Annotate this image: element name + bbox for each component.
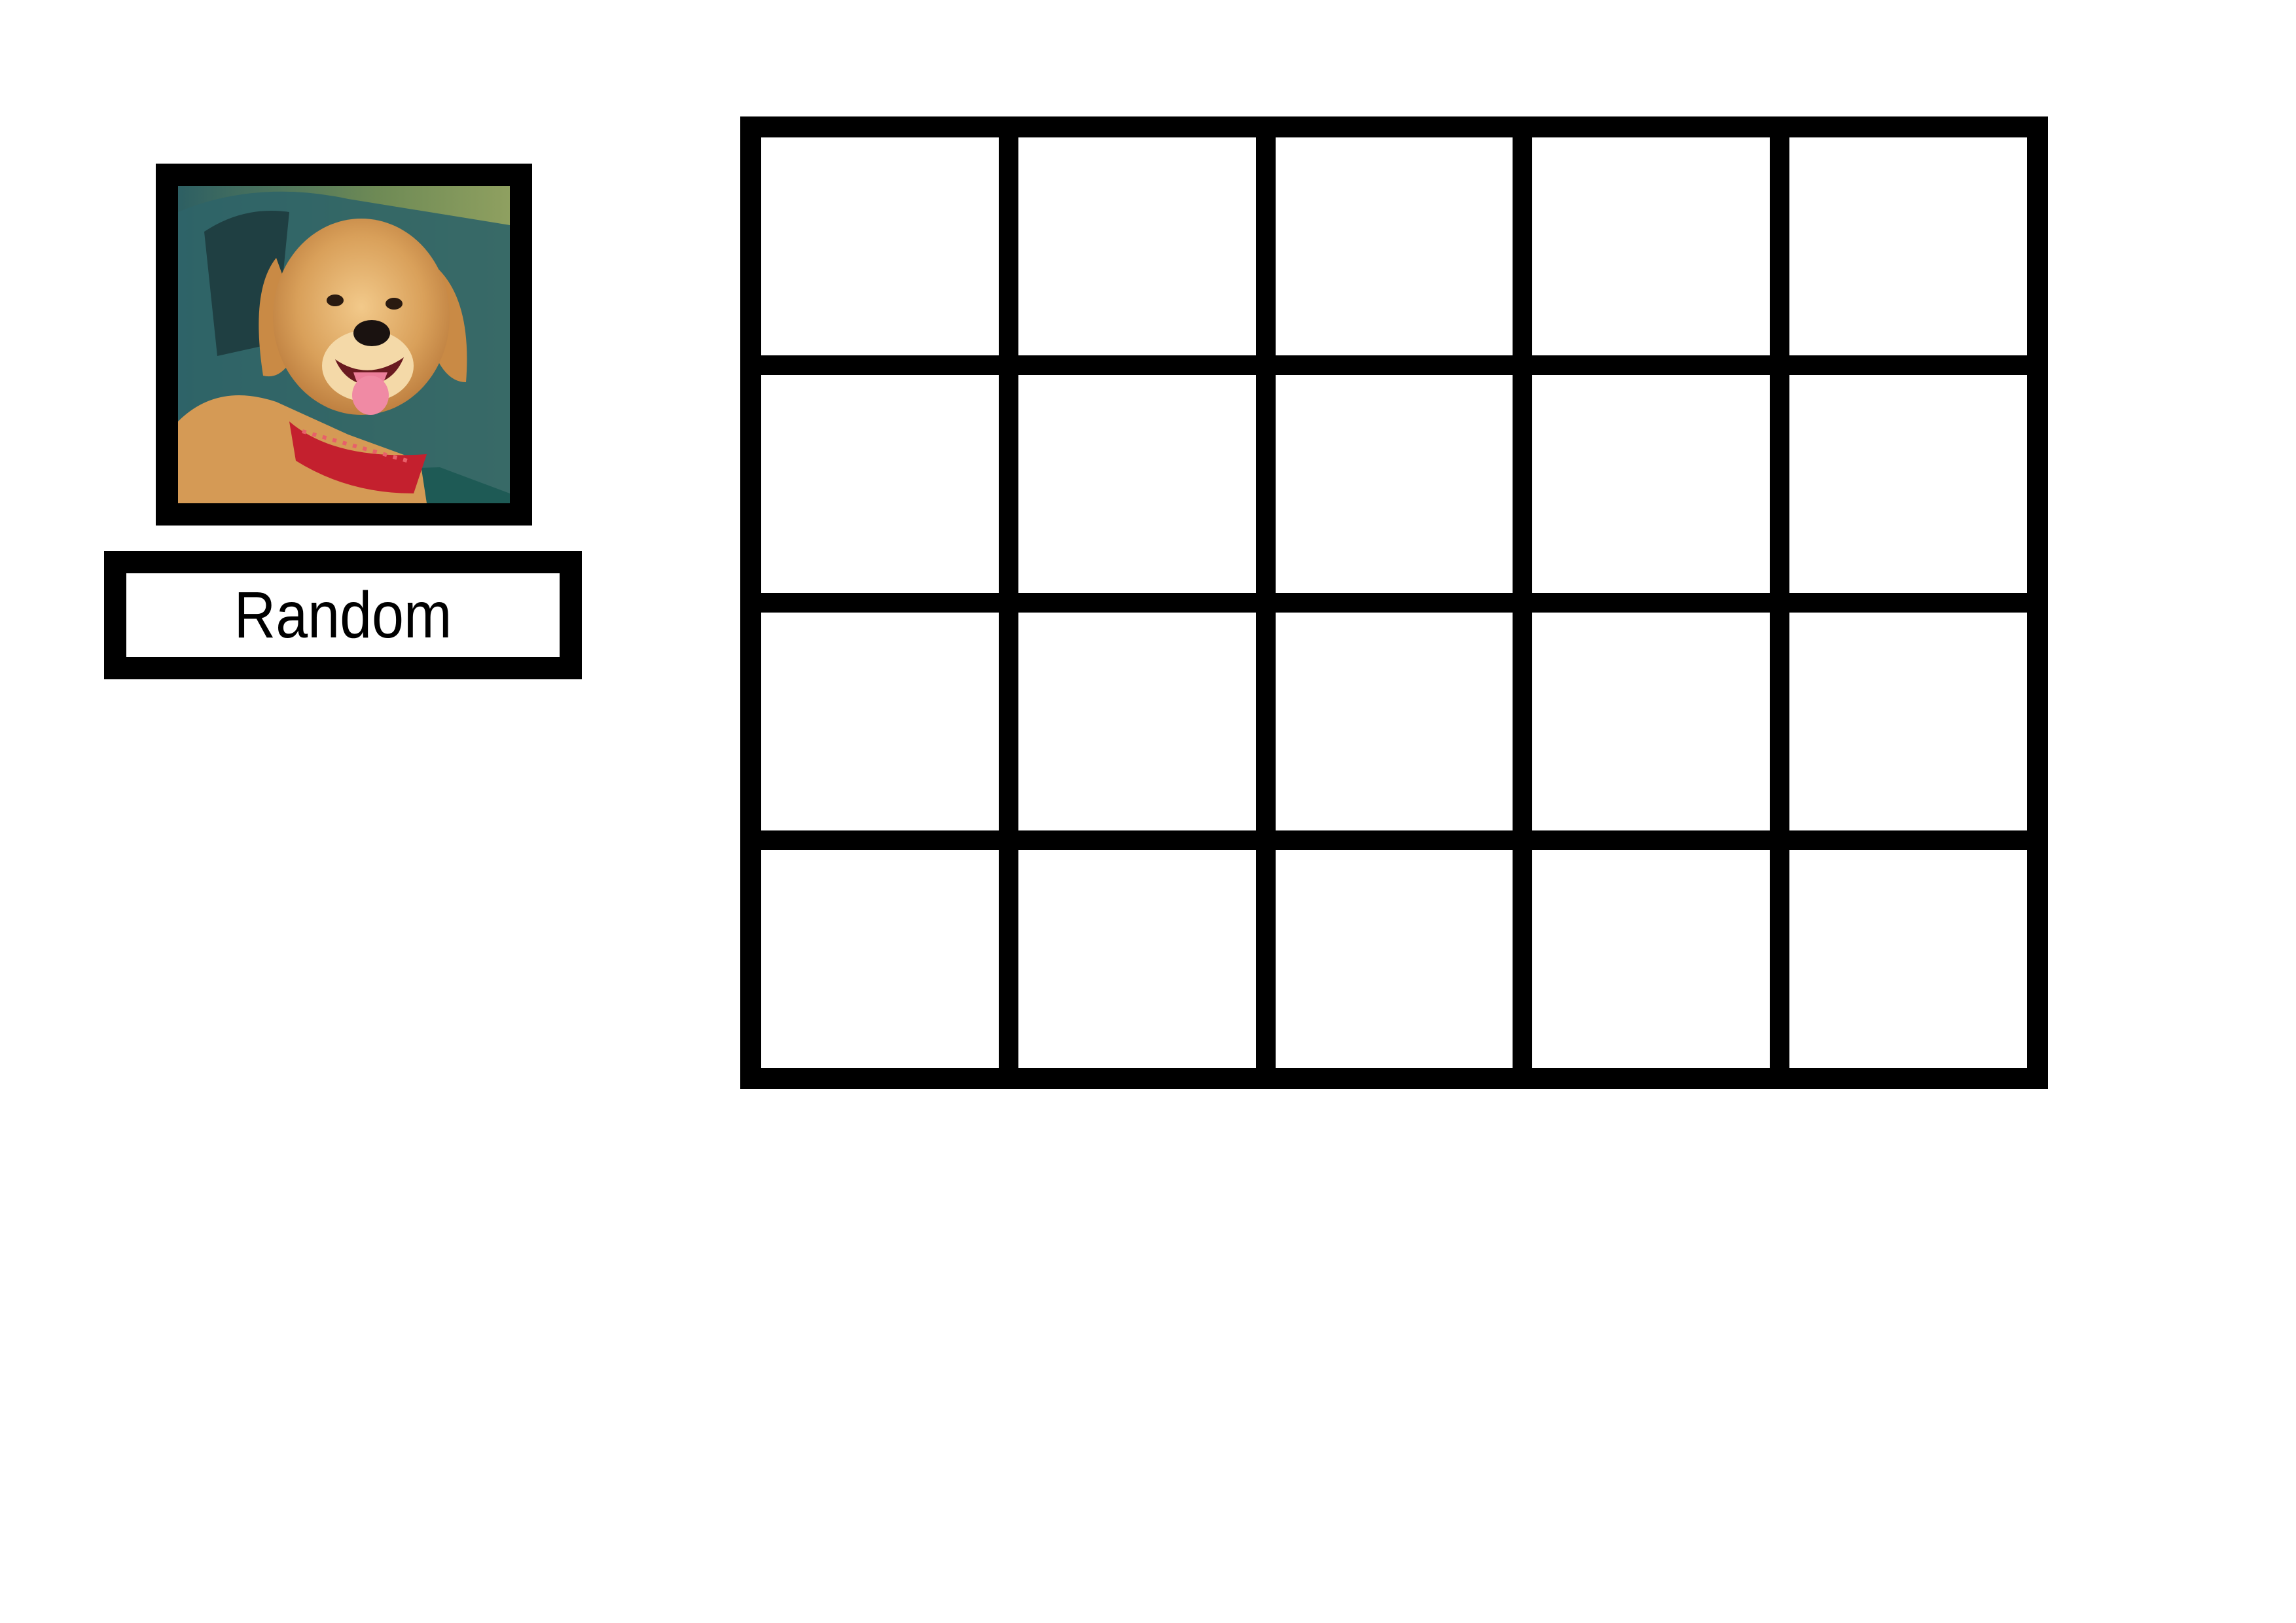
grid-cell-r4-c4[interactable] xyxy=(1532,850,1770,1068)
grid-cell-r3-c2[interactable] xyxy=(1018,613,1256,830)
sorting-grid xyxy=(740,116,2048,1089)
grid-cell-r3-c3[interactable] xyxy=(1275,613,1513,830)
grid-cell-r2-c2[interactable] xyxy=(1018,375,1256,593)
grid-cell-r1-c2[interactable] xyxy=(1018,137,1256,355)
random-label: Random xyxy=(234,579,452,652)
grid-cell-r4-c2[interactable] xyxy=(1018,850,1256,1068)
grid-cell-r1-c3[interactable] xyxy=(1275,137,1513,355)
grid-cell-r1-c4[interactable] xyxy=(1532,137,1770,355)
grid-cell-r1-c1[interactable] xyxy=(761,137,999,355)
grid-cell-r4-c1[interactable] xyxy=(761,850,999,1068)
grid-cell-r2-c1[interactable] xyxy=(761,375,999,593)
random-label-button[interactable]: Random xyxy=(104,551,582,679)
grid-cell-r2-c5[interactable] xyxy=(1789,375,2027,593)
grid-cell-r2-c4[interactable] xyxy=(1532,375,1770,593)
grid-cell-r3-c1[interactable] xyxy=(761,613,999,830)
grid-cell-r3-c4[interactable] xyxy=(1532,613,1770,830)
dog-photo-card[interactable] xyxy=(156,164,532,526)
grid-cell-r4-c5[interactable] xyxy=(1789,850,2027,1068)
grid-cell-r2-c3[interactable] xyxy=(1275,375,1513,593)
grid-cell-r3-c5[interactable] xyxy=(1789,613,2027,830)
grid-cell-r1-c5[interactable] xyxy=(1789,137,2027,355)
golden-retriever-icon xyxy=(178,186,510,503)
grid-cell-r4-c3[interactable] xyxy=(1275,850,1513,1068)
